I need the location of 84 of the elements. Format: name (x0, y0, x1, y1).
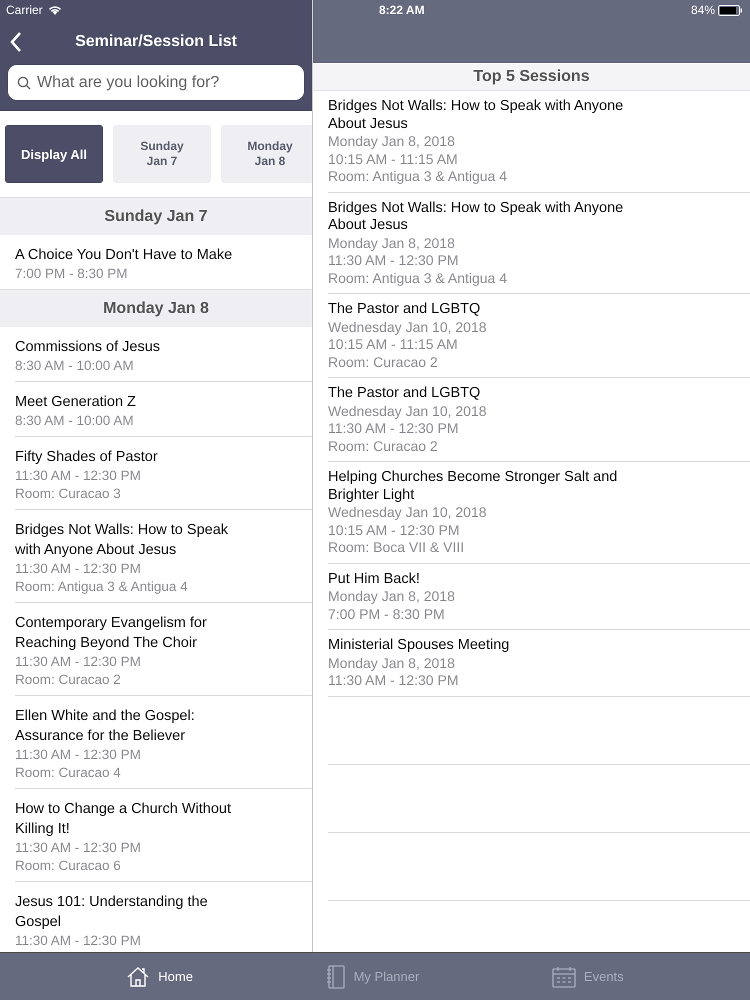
session-title: Jesus 101: Understanding the Gospel (15, 893, 209, 932)
session-title: Bridges Not Walls: How to Speak with Anyone About Jesus (15, 521, 230, 560)
session-title: Meet Generation Z (15, 393, 137, 412)
calendar-icon (552, 966, 576, 988)
session-room: Room: Curacao 2 (15, 671, 122, 689)
top-session-row[interactable]: Bridges Not Walls: How to Speak with Anyone About Jesus Monday Jan 8, 2018 11:30 AM - 12:30 PM Room: Antigua 3 & Antigua 4 (328, 192, 750, 294)
session-title: Put Him Back! (328, 570, 421, 588)
section-header: Sunday Jan 7 (0, 197, 312, 235)
search-icon (17, 76, 31, 90)
session-title: Ministerial Spouses Meeting (328, 637, 510, 654)
top-session-row[interactable]: The Pastor and LGBTQ Wednesday Jan 10, 2018 11:30 AM - 12:30 PM Room: Curacao 2 (328, 378, 750, 462)
session-room: Room: Curacao 2 (328, 354, 439, 371)
session-room: Room: Curacao 6 (15, 857, 122, 875)
session-row[interactable]: Bridges Not Walls: How to Speak with Anyone About Jesus 11:30 AM - 12:30 PM Room: Antigua 3 & Antigua 4 (15, 510, 312, 603)
clock-label: 8:22 AM (379, 2, 425, 19)
session-room: Room: Boca VII & VIII (328, 539, 466, 556)
section-header: Top 5 Sessions (313, 63, 750, 91)
session-title: Ellen White and the Gospel: Assurance for the Believer (15, 707, 196, 746)
session-title: Commissions of Jesus (15, 338, 162, 357)
top-session-row[interactable]: The Pastor and LGBTQ Wednesday Jan 10, 2018 10:15 AM - 11:15 AM Room: Curacao 2 (328, 294, 750, 378)
session-date: Monday Jan 8, 2018 (328, 133, 456, 150)
back-icon[interactable] (10, 31, 22, 53)
session-room: Room: Curacao 2 (328, 438, 439, 455)
session-date: Wednesday Jan 10, 2018 (328, 504, 488, 522)
session-time: 8:30 AM - 10:00 AM (15, 357, 135, 375)
session-time: 11:30 AM - 12:30 PM (328, 672, 460, 690)
session-time: 8:30 AM - 10:00 AM (15, 412, 135, 430)
session-room: Room: Antigua 3 & Antigua 4 (328, 168, 508, 186)
wifi-icon (48, 5, 62, 15)
session-row[interactable]: Ellen White and the Gospel: Assurance for the Believer 11:30 AM - 12:30 PM Room: Curacao 4 (15, 696, 312, 789)
top-session-row[interactable]: Ministerial Spouses Meeting Monday Jan 8, 2018 11:30 AM - 12:30 PM (328, 630, 750, 696)
session-room: Room: Curacao 4 (15, 764, 122, 782)
session-time: 11:30 AM - 12:30 PM (15, 932, 142, 950)
session-room: Room: Antigua 3 & Antigua 4 (15, 578, 189, 596)
session-row[interactable]: A Choice You Don't Have to Make 7:00 PM - 8:30 PM (15, 235, 312, 289)
session-date: Wednesday Jan 10, 2018 (328, 318, 488, 336)
session-title: Fifty Shades of Pastor (15, 448, 159, 467)
session-time: 10:15 AM - 11:15 AM (328, 336, 459, 354)
session-title: The Pastor and LGBTQ (328, 301, 482, 318)
session-room: Room: Curacao 3 (15, 485, 122, 503)
session-row[interactable]: Fifty Shades of Pastor 11:30 AM - 12:30 PM Room: Curacao 3 (15, 437, 312, 510)
session-time: 7:00 PM - 8:30 PM (328, 606, 446, 623)
session-date: Monday Jan 8, 2018 (328, 654, 456, 672)
session-time: 11:30 AM - 12:30 PM (328, 420, 460, 438)
session-time: 11:30 AM - 12:30 PM (15, 653, 142, 671)
session-title: The Pastor and LGBTQ (328, 385, 482, 402)
search-field[interactable]: What are you looking for? (8, 65, 304, 100)
session-row[interactable]: Jesus 101: Understanding the Gospel 11:30 AM - 12:30 PM (15, 882, 312, 952)
day-filter-tab[interactable]: Sunday Jan 7 (113, 125, 211, 183)
top-session-row[interactable]: Put Him Back! Monday Jan 8, 2018 7:00 PM - 8:30 PM (328, 564, 750, 630)
top-session-row[interactable]: Bridges Not Walls: How to Speak with Anyone About Jesus Monday Jan 8, 2018 10:15 AM - 11:15 AM Room: Antigua 3 & Antigua 4 (328, 91, 750, 192)
tab-bar-item[interactable]: Home (126, 964, 193, 988)
carrier-label: Carrier (6, 2, 43, 19)
battery-icon (718, 4, 742, 16)
session-time: 10:15 AM - 11:15 AM (328, 150, 459, 168)
screen-title: Seminar/Session List (75, 32, 237, 52)
session-title: Helping Churches Become Stronger Salt and Brighter Light (328, 469, 618, 504)
session-title: Bridges Not Walls: How to Speak with Anyone About Jesus (328, 98, 624, 133)
session-row[interactable]: Contemporary Evangelism for Reaching Beyond The Choir 11:30 AM - 12:30 PM Room: Curacao 2 (15, 603, 312, 696)
session-title: Contemporary Evangelism for Reaching Beyond The Choir (15, 614, 208, 653)
day-filter-tab[interactable]: Monday Jan 8 (221, 125, 312, 183)
session-time: 7:00 PM - 8:30 PM (15, 265, 129, 283)
session-room: Room: Antigua 3 & Antigua 4 (328, 270, 508, 287)
session-row[interactable]: Meet Generation Z 8:30 AM - 10:00 AM (15, 382, 312, 437)
session-title: Bridges Not Walls: How to Speak with Anyone About Jesus (328, 200, 624, 234)
session-title: A Choice You Don't Have to Make (15, 246, 234, 265)
battery-label: 84% (690, 2, 715, 19)
session-time: 11:30 AM - 12:30 PM (15, 467, 142, 485)
session-time: 11:30 AM - 12:30 PM (15, 839, 142, 857)
session-date: Monday Jan 8, 2018 (328, 234, 456, 252)
session-row[interactable]: How to Change a Church Without Killing It! 11:30 AM - 12:30 PM Room: Curacao 6 (15, 789, 312, 882)
home-icon (126, 964, 150, 988)
session-row[interactable]: Commissions of Jesus 8:30 AM - 10:00 AM (15, 327, 312, 382)
notebook-icon (326, 964, 346, 988)
session-time: 10:15 AM - 12:30 PM (328, 522, 461, 539)
top-session-row[interactable]: Helping Churches Become Stronger Salt and Brighter Light Wednesday Jan 10, 2018 10:15 AM - 12:30 PM Room: Boca VII & VIII (328, 462, 750, 564)
session-date: Wednesday Jan 10, 2018 (328, 402, 488, 420)
session-time: 11:30 AM - 12:30 PM (328, 252, 460, 270)
section-header: Monday Jan 8 (0, 289, 312, 327)
session-date: Monday Jan 8, 2018 (328, 588, 456, 606)
day-filter-tab[interactable]: Display All (5, 125, 103, 183)
session-time: 11:30 AM - 12:30 PM (15, 746, 142, 764)
session-time: 11:30 AM - 12:30 PM (15, 560, 142, 578)
session-title: How to Change a Church Without Killing It! (15, 800, 232, 839)
